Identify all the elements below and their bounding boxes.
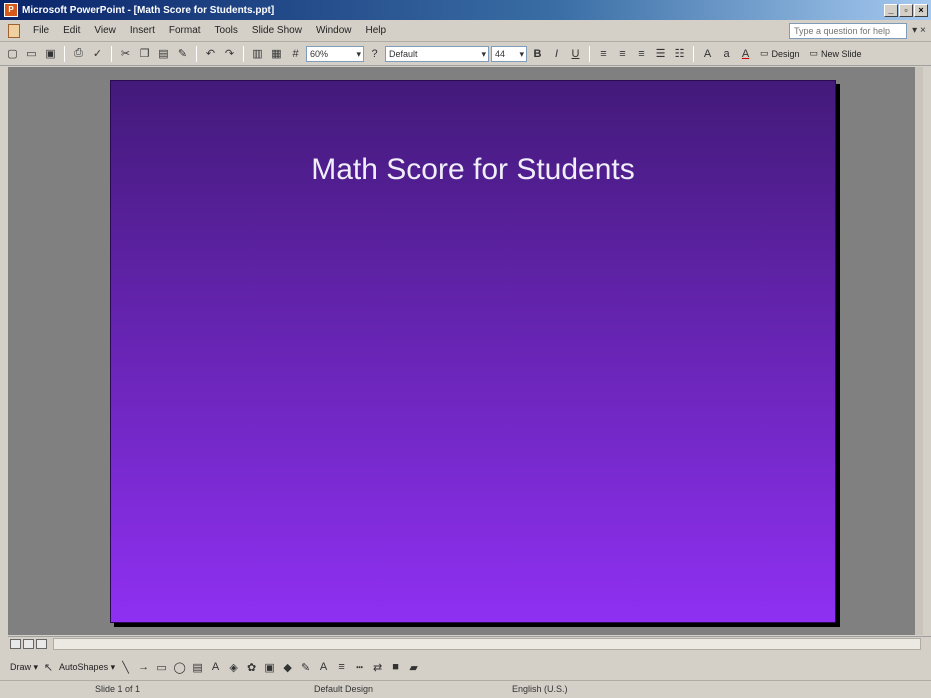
menu-format[interactable]: Format — [162, 25, 208, 36]
toolbar: ▢ ▭ ▣ ⎙ ✓ ✂ ❐ ▤ ✎ ↶ ↷ ▥ ▦ # 60% ? Defaul… — [0, 42, 931, 66]
italic-button[interactable]: I — [548, 45, 565, 62]
menu-slide-show[interactable]: Slide Show — [245, 25, 309, 36]
status-design: Default Design — [314, 684, 374, 694]
decrease-font-icon[interactable]: a — [718, 45, 735, 62]
font-color-icon[interactable]: A — [737, 45, 754, 62]
new-icon[interactable]: ▢ — [4, 45, 21, 62]
minimize-button[interactable]: _ — [884, 3, 898, 17]
dash-style-icon[interactable]: ┅ — [352, 660, 367, 674]
bold-button[interactable]: B — [529, 45, 546, 62]
draw-menu-button[interactable]: Draw ▾ — [10, 662, 38, 673]
document-close-button[interactable]: ▾ × — [907, 25, 931, 36]
slide-canvas[interactable]: Math Score for Students — [110, 80, 836, 623]
redo-icon[interactable]: ↷ — [221, 45, 238, 62]
status-language: English (U.S.) — [512, 684, 568, 694]
autoshapes-menu-button[interactable]: AutoShapes ▾ — [59, 662, 115, 673]
horizontal-scrollbar[interactable] — [53, 637, 921, 650]
help-icon[interactable]: ? — [366, 45, 383, 62]
wordart-icon[interactable]: A — [208, 660, 223, 674]
menu-window[interactable]: Window — [309, 25, 359, 36]
font-color-draw-icon[interactable]: A — [316, 660, 331, 674]
3d-style-icon[interactable]: ▰ — [406, 660, 421, 674]
paste-icon[interactable]: ▤ — [155, 45, 172, 62]
toolbar-separator — [589, 45, 590, 62]
arrow-style-icon[interactable]: ⇄ — [370, 660, 385, 674]
restore-button[interactable]: ▫ — [899, 3, 913, 17]
menu-file[interactable]: File — [26, 25, 56, 36]
bullets-icon[interactable]: ☷ — [671, 45, 688, 62]
menu-view[interactable]: View — [87, 25, 123, 36]
slide-sorter-view-icon[interactable] — [23, 638, 34, 649]
design-button[interactable]: ▭ Design — [756, 48, 804, 59]
align-right-icon[interactable]: ≡ — [633, 45, 650, 62]
normal-view-icon[interactable] — [10, 638, 21, 649]
window-controls: _ ▫ × — [884, 3, 928, 17]
window-title: Microsoft PowerPoint - [Math Score for S… — [22, 4, 275, 16]
zoom-select[interactable]: 60% — [306, 45, 364, 62]
insert-chart-icon[interactable]: ▥ — [249, 45, 266, 62]
text-box-icon[interactable]: ▤ — [190, 660, 205, 674]
save-icon[interactable]: ▣ — [42, 45, 59, 62]
design-icon: ▭ — [760, 48, 769, 58]
line-style-icon[interactable]: ≡ — [334, 660, 349, 674]
clip-art-icon[interactable]: ✿ — [244, 660, 259, 674]
menu-bar: File Edit View Insert Format Tools Slide… — [0, 20, 931, 42]
menu-insert[interactable]: Insert — [123, 25, 162, 36]
toolbar-separator — [693, 45, 694, 62]
menu-edit[interactable]: Edit — [56, 25, 87, 36]
cut-icon[interactable]: ✂ — [117, 45, 134, 62]
show-grid-icon[interactable]: # — [287, 45, 304, 62]
status-slide-info: Slide 1 of 1 — [95, 684, 141, 694]
slide-workspace: Math Score for Students — [8, 67, 923, 635]
picture-icon[interactable]: ▣ — [262, 660, 277, 674]
align-center-icon[interactable]: ≡ — [614, 45, 631, 62]
format-painter-icon[interactable]: ✎ — [174, 45, 191, 62]
slide-show-view-icon[interactable] — [36, 638, 47, 649]
close-button[interactable]: × — [914, 3, 928, 17]
numbering-icon[interactable]: ☰ — [652, 45, 669, 62]
oval-icon[interactable]: ◯ — [172, 660, 187, 674]
copy-icon[interactable]: ❐ — [136, 45, 153, 62]
status-bar: Slide 1 of 1 Default Design English (U.S… — [0, 680, 931, 698]
new-slide-label: New Slide — [821, 48, 862, 59]
select-objects-icon[interactable]: ↖ — [41, 660, 56, 674]
align-left-icon[interactable]: ≡ — [595, 45, 612, 62]
view-bar — [8, 636, 931, 650]
open-icon[interactable]: ▭ — [23, 45, 40, 62]
drawing-toolbar: Draw ▾ ↖ AutoShapes ▾ ╲ → ▭ ◯ ▤ A ◈ ✿ ▣ … — [0, 655, 931, 679]
underline-button[interactable]: U — [567, 45, 584, 62]
title-bar: P Microsoft PowerPoint - [Math Score for… — [0, 0, 931, 20]
fill-color-icon[interactable]: ◆ — [280, 660, 295, 674]
menu-tools[interactable]: Tools — [208, 25, 245, 36]
design-label: Design — [771, 48, 800, 59]
diagram-icon[interactable]: ◈ — [226, 660, 241, 674]
font-size-select[interactable]: 44 — [491, 45, 527, 62]
increase-font-icon[interactable]: A — [699, 45, 716, 62]
line-color-icon[interactable]: ✎ — [298, 660, 313, 674]
shadow-style-icon[interactable]: ■ — [388, 660, 403, 674]
menu-help[interactable]: Help — [359, 25, 394, 36]
undo-icon[interactable]: ↶ — [202, 45, 219, 62]
new-slide-icon: ▭ — [809, 48, 819, 58]
font-name-select[interactable]: Default — [385, 45, 489, 62]
document-icon[interactable] — [8, 23, 20, 38]
toolbar-separator — [196, 45, 197, 62]
vertical-scrollbar[interactable] — [915, 67, 923, 635]
new-slide-button[interactable]: ▭ New Slide — [806, 48, 866, 59]
toolbar-separator — [64, 45, 65, 62]
print-icon[interactable]: ⎙ — [70, 45, 87, 62]
toolbar-separator — [111, 45, 112, 62]
rectangle-icon[interactable]: ▭ — [154, 660, 169, 674]
help-search-input[interactable] — [789, 22, 907, 39]
spelling-icon[interactable]: ✓ — [89, 45, 106, 62]
arrow-icon[interactable]: → — [136, 660, 151, 674]
line-icon[interactable]: ╲ — [118, 660, 133, 674]
powerpoint-app-icon[interactable]: P — [4, 3, 18, 17]
insert-table-icon[interactable]: ▦ — [268, 45, 285, 62]
toolbar-separator — [243, 45, 244, 62]
slide-title[interactable]: Math Score for Students — [111, 153, 835, 187]
